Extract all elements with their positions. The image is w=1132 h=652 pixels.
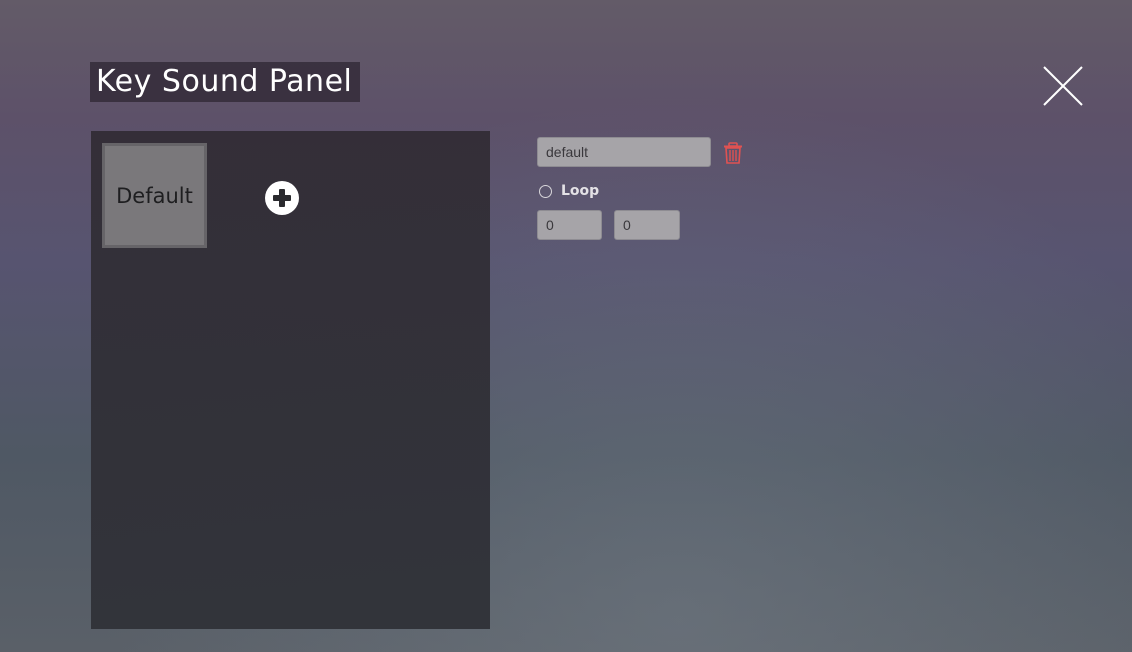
panel-title: Key Sound Panel: [90, 62, 361, 102]
loop-label: Loop: [561, 183, 600, 199]
sound-list-panel[interactable]: Default: [91, 131, 490, 629]
loop-toggle[interactable]: Loop: [539, 182, 599, 200]
sound-name-input[interactable]: [537, 137, 711, 167]
close-button[interactable]: [1042, 65, 1084, 107]
first-value-input[interactable]: [537, 210, 602, 240]
add-sound-button[interactable]: [265, 181, 299, 215]
sound-item-label: Default: [116, 183, 193, 208]
delete-button[interactable]: [723, 142, 743, 164]
close-icon: [1043, 66, 1083, 106]
loop-radio-button[interactable]: [539, 184, 552, 198]
sound-item-default[interactable]: Default: [102, 143, 207, 248]
second-value-input[interactable]: [614, 210, 680, 240]
trash-icon: [724, 142, 742, 164]
